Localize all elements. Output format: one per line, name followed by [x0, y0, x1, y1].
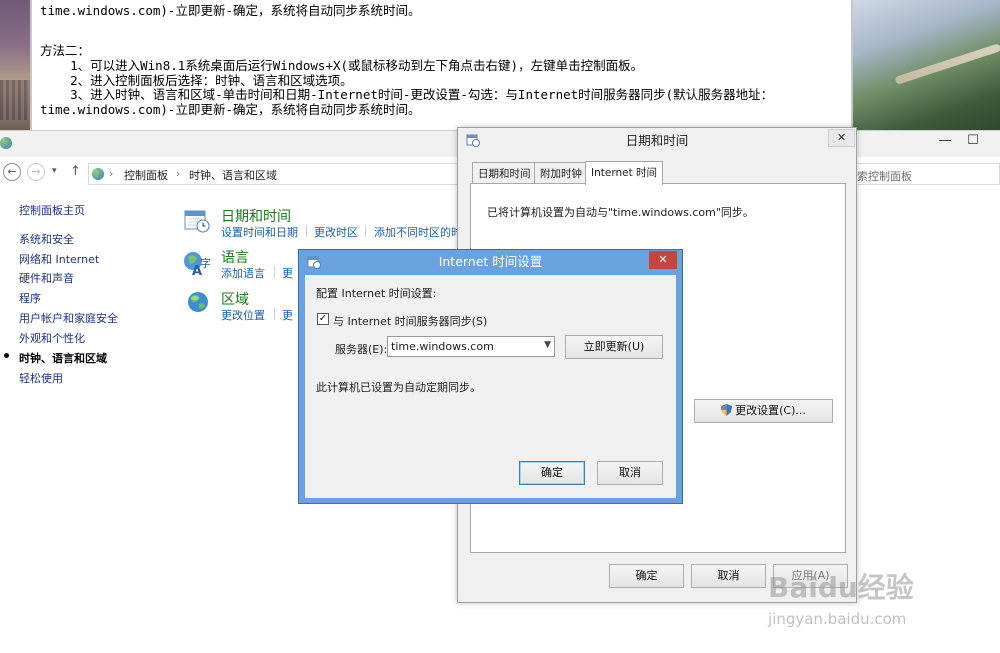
link-separator	[306, 225, 307, 237]
notepad-window: time.windows.com)-立即更新-确定，系统将自动同步系统时间。 方…	[30, 0, 853, 130]
change-location-link[interactable]: 更改位置	[221, 307, 265, 323]
date-time-app-icon	[466, 133, 480, 147]
add-clocks-link[interactable]: 添加不同时区的时	[374, 224, 462, 240]
baidu-watermark-logo: Baidu经验	[768, 571, 914, 604]
control-panel-icon	[92, 168, 104, 180]
link-separator	[365, 225, 366, 237]
notepad-line: time.windows.com)-立即更新-确定，系统将自动同步系统时间。	[40, 102, 421, 117]
sidebar-item-ease-of-access[interactable]: 轻松使用	[19, 370, 63, 386]
sidebar-item-user-accounts[interactable]: 用户帐户和家庭安全	[19, 310, 118, 326]
language-icon: A 字	[183, 249, 211, 279]
sidebar-item-hardware-sound[interactable]: 硬件和声音	[19, 270, 74, 286]
breadcrumb-separator-icon: ›	[109, 167, 114, 180]
sidebar-item-clock-language-region[interactable]: 时钟、语言和区域	[19, 350, 107, 366]
date-time-category-title[interactable]: 日期和时间	[221, 206, 291, 226]
baidu-watermark-url: jingyan.baidu.com	[768, 610, 907, 628]
auto-sync-status-text: 此计算机已设置为自动定期同步。	[316, 381, 481, 394]
link-separator	[274, 266, 275, 278]
add-language-link[interactable]: 添加语言	[221, 265, 265, 281]
internet-time-settings-dialog: Internet 时间设置 ✕ 配置 Internet 时间设置: ✓ 与 In…	[298, 249, 683, 504]
notepad-line: time.windows.com)-立即更新-确定，系统将自动同步系统时间。	[40, 3, 421, 18]
region-globe-icon	[186, 290, 210, 314]
tab-date-time[interactable]: 日期和时间	[472, 162, 537, 183]
current-item-bullet-icon	[4, 353, 9, 358]
internet-time-cancel-button[interactable]: 取消	[597, 461, 663, 485]
region-more-link[interactable]: 更	[282, 307, 293, 323]
update-now-button[interactable]: 立即更新(U)	[565, 335, 663, 359]
minimize-button[interactable]: —	[930, 133, 960, 153]
svg-text:字: 字	[200, 256, 211, 270]
server-combobox[interactable]: time.windows.com ▼	[387, 336, 555, 357]
control-panel-icon	[0, 137, 12, 149]
sync-checkbox[interactable]: ✓	[317, 313, 329, 325]
breadcrumb-clock-language-region[interactable]: 时钟、语言和区域	[189, 167, 277, 183]
breadcrumb-separator-icon: ›	[176, 167, 181, 180]
forward-arrow-icon[interactable]: →	[27, 163, 45, 181]
sidebar-item-appearance[interactable]: 外观和个性化	[19, 330, 85, 346]
change-timezone-link[interactable]: 更改时区	[314, 224, 358, 240]
language-category-title[interactable]: 语言	[221, 247, 249, 267]
date-time-cancel-button[interactable]: 取消	[691, 564, 766, 588]
sync-status-text: 已将计算机设置为自动与"time.windows.com"同步。	[487, 206, 754, 219]
back-arrow-icon[interactable]: ←	[3, 163, 21, 181]
date-time-ok-button[interactable]: 确定	[609, 564, 684, 588]
internet-time-dialog-body: 配置 Internet 时间设置: ✓ 与 Internet 时间服务器同步(S…	[305, 275, 676, 498]
region-category-title[interactable]: 区域	[221, 289, 249, 309]
change-settings-button[interactable]: 更改设置(C)...	[694, 399, 833, 423]
internet-time-dialog-title: Internet 时间设置	[438, 254, 543, 269]
server-label: 服务器(E):	[335, 343, 388, 356]
server-value: time.windows.com	[391, 340, 494, 353]
date-time-close-button[interactable]: ✕	[828, 129, 855, 147]
internet-time-app-icon	[307, 255, 321, 269]
desktop-wallpaper-left	[0, 0, 30, 130]
internet-time-close-button[interactable]: ✕	[649, 251, 677, 269]
config-label: 配置 Internet 时间设置:	[316, 287, 437, 300]
set-time-date-link[interactable]: 设置时间和日期	[221, 224, 298, 240]
sidebar-item-system-security[interactable]: 系统和安全	[19, 231, 74, 247]
tab-internet-time[interactable]: Internet 时间	[585, 161, 664, 185]
sync-checkbox-label[interactable]: 与 Internet 时间服务器同步(S)	[333, 313, 487, 329]
sidebar-home-link[interactable]: 控制面板主页	[19, 202, 85, 218]
link-separator	[274, 308, 275, 320]
internet-time-ok-button[interactable]: 确定	[519, 461, 585, 485]
maximize-button[interactable]: ☐	[958, 133, 988, 153]
language-more-link[interactable]: 更	[282, 265, 293, 281]
chevron-down-icon[interactable]: ▼	[544, 340, 551, 350]
sidebar-item-programs[interactable]: 程序	[19, 290, 41, 306]
desktop-wallpaper-right	[853, 0, 1000, 130]
tab-additional-clocks[interactable]: 附加时钟	[534, 162, 588, 183]
recent-pages-chevron-icon[interactable]: ▾	[52, 166, 57, 176]
sidebar-item-network[interactable]: 网络和 Internet	[19, 251, 99, 267]
date-time-dialog-title: 日期和时间	[625, 133, 689, 148]
calendar-clock-icon	[184, 207, 210, 233]
search-input[interactable]: 索控制面板	[852, 163, 1000, 185]
change-settings-label: 更改设置(C)...	[735, 404, 806, 417]
uac-shield-icon	[721, 402, 733, 416]
up-arrow-icon[interactable]: ↑	[70, 164, 81, 179]
breadcrumb-control-panel[interactable]: 控制面板	[124, 167, 168, 183]
